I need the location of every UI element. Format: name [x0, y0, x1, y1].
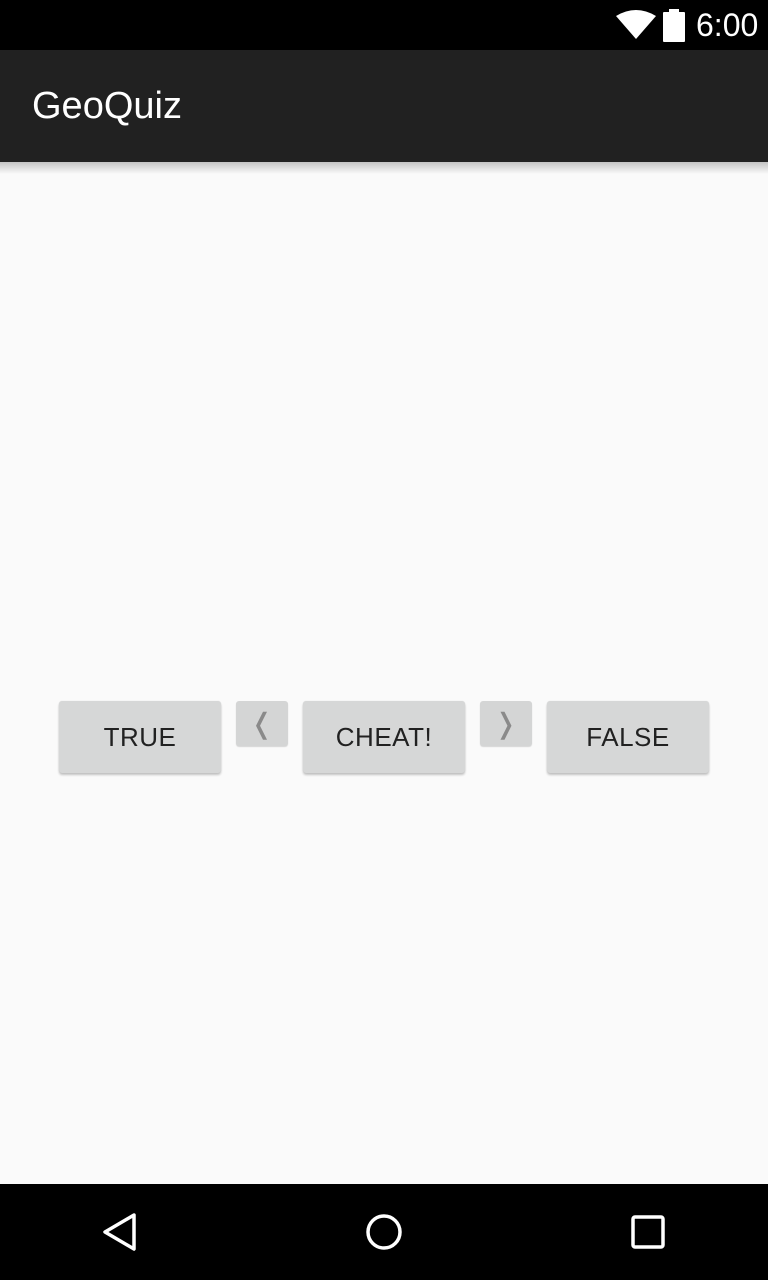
screen: 6:00 GeoQuiz TRUE ❬ CHEAT! ❭ FALSE: [0, 0, 768, 1280]
cheat-button[interactable]: CHEAT!: [303, 701, 465, 773]
status-clock: 6:00: [696, 7, 759, 43]
prev-button[interactable]: ❬: [236, 701, 288, 746]
action-bar-shadow: [0, 162, 768, 174]
home-circle-icon[interactable]: [364, 1212, 404, 1252]
wifi-icon: [616, 10, 656, 39]
navigation-bar: [0, 1184, 768, 1280]
back-triangle-icon[interactable]: [100, 1212, 140, 1252]
false-button[interactable]: FALSE: [547, 701, 709, 773]
recents-square-icon[interactable]: [628, 1212, 668, 1252]
status-bar: 6:00: [0, 0, 768, 50]
quiz-content: TRUE ❬ CHEAT! ❭ FALSE: [0, 174, 768, 1184]
next-button[interactable]: ❭: [480, 701, 532, 746]
app-title: GeoQuiz: [32, 85, 182, 127]
battery-icon: [663, 9, 685, 42]
true-button[interactable]: TRUE: [59, 701, 221, 773]
action-bar: GeoQuiz: [0, 50, 768, 162]
